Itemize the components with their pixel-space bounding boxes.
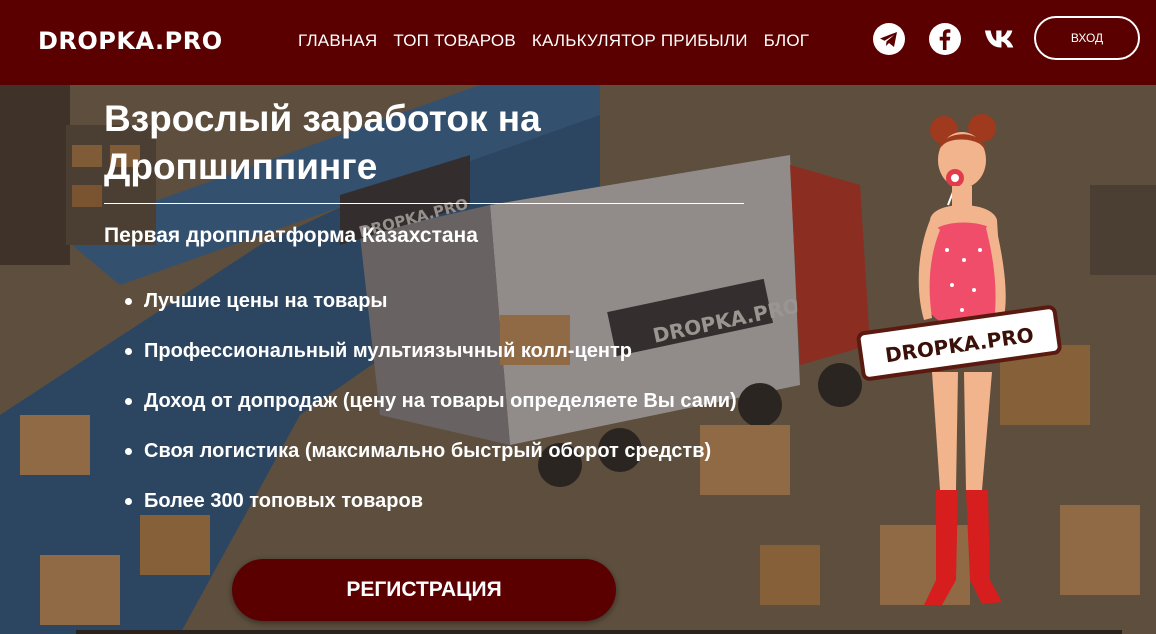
- social-links: [872, 22, 1018, 56]
- hero-bottom-strip: [76, 630, 1122, 634]
- main-nav: ГЛАВНАЯ ТОП ТОВАРОВ КАЛЬКУЛЯТОР ПРИБЫЛИ …: [298, 31, 809, 51]
- hero-section: DROPKA.PRO DROPKA.PRO Взрослый заработок…: [0, 85, 1156, 634]
- login-button[interactable]: ВХОД: [1034, 16, 1140, 60]
- hero-title: Взрослый заработок на Дропшиппинге: [104, 98, 541, 187]
- telegram-icon[interactable]: [872, 22, 906, 56]
- benefit-item: Доход от допродаж (цену на товары опреде…: [125, 385, 754, 418]
- benefits-list: Лучшие цены на товары Профессиональный м…: [125, 285, 754, 535]
- hero-subtitle: Первая дропплатформа Казахстана: [104, 224, 478, 247]
- register-button[interactable]: РЕГИСТРАЦИЯ: [232, 559, 616, 621]
- site-header: DROPKA.PRO ГЛАВНАЯ ТОП ТОВАРОВ КАЛЬКУЛЯТ…: [0, 0, 1156, 85]
- benefit-item: Профессиональный мультиязычный колл-цент…: [125, 335, 754, 368]
- benefit-item: Лучшие цены на товары: [125, 285, 754, 318]
- nav-link-top-products[interactable]: ТОП ТОВАРОВ: [393, 31, 515, 51]
- nav-link-home[interactable]: ГЛАВНАЯ: [298, 31, 377, 51]
- benefit-item: Более 300 топовых товаров: [125, 485, 754, 518]
- mascot-illustration: DROPKA.PRO: [856, 114, 1062, 605]
- benefit-item: Своя логистика (максимально быстрый обор…: [125, 435, 754, 468]
- nav-link-blog[interactable]: БЛОГ: [764, 31, 810, 51]
- facebook-icon[interactable]: [928, 22, 962, 56]
- title-divider: [104, 203, 744, 204]
- nav-link-profit-calculator[interactable]: КАЛЬКУЛЯТОР ПРИБЫЛИ: [532, 31, 748, 51]
- site-logo[interactable]: DROPKA.PRO: [38, 27, 223, 55]
- vk-icon[interactable]: [984, 22, 1018, 56]
